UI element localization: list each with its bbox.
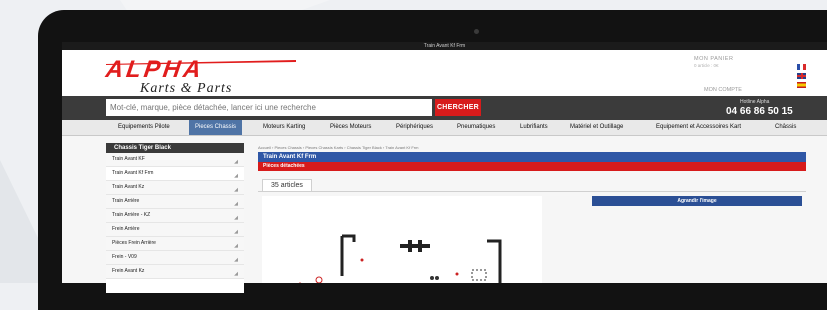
search-input[interactable]: [106, 99, 432, 116]
site-logo-tagline: Karts & Parts: [140, 81, 233, 96]
category-sidebar: Chassis Tiger Black Train Avant KF ◢ Trai…: [106, 143, 244, 293]
parts-diagram-icon: [298, 234, 502, 283]
nav-item-chassis[interactable]: Châssis: [775, 120, 796, 135]
search-bar: CHERCHER Hotline Alpha 04 66 86 50 15: [62, 96, 827, 120]
page-title: Train Avant Kf Frm: [258, 152, 806, 162]
site-header: ALPHA Karts & Parts MON PANIER 0 article…: [62, 50, 827, 96]
section-header: Pièces détachées: [258, 162, 806, 171]
sidebar-item-label: Frein Arrière: [112, 226, 140, 232]
sidebar-item-train-arriere-kz[interactable]: Train Arrière - KZ ◢: [106, 209, 244, 223]
nav-item-pieces-moteurs[interactable]: Pièces Moteurs: [330, 120, 371, 135]
hotline-label: Hotline Alpha: [740, 99, 770, 105]
hotline-number: 04 66 86 50 15: [726, 106, 793, 117]
nav-item-moteurs-karting[interactable]: Moteurs Karting: [263, 120, 305, 135]
nav-item-pieces-chassis[interactable]: Pieces Chassis: [189, 120, 243, 135]
sidebar-item-label: Train Arrière - KZ: [112, 212, 151, 218]
nav-item-lubrifiants[interactable]: Lubrifiants: [520, 120, 548, 135]
es-flag-icon[interactable]: [797, 82, 806, 88]
window-title: Train Avant Kf Frm: [62, 42, 827, 50]
sidebar-item-train-avant-kf[interactable]: Train Avant KF ◢: [106, 153, 244, 167]
parts-diagram-image[interactable]: [262, 196, 542, 283]
sidebar-item-pieces-frein-arriere[interactable]: Pièces Frein Arrière ◢: [106, 237, 244, 251]
language-selector: [797, 64, 807, 91]
fr-flag-icon[interactable]: [797, 64, 806, 70]
main-nav: Equipements Pilote Pieces Chassis Moteur…: [62, 120, 827, 136]
nav-item-peripheriques[interactable]: Périphériques: [396, 120, 433, 135]
cart-title: MON PANIER: [694, 56, 734, 62]
sidebar-item-train-avant-kf-frm[interactable]: Train Avant Kf Frm ◢: [106, 167, 244, 181]
sidebar-item-label: Pièces Frein Arrière: [112, 240, 156, 246]
site-logo[interactable]: ALPHA: [104, 56, 205, 84]
sidebar-item-label: Train Avant Kz: [112, 184, 145, 190]
tab-divider: [258, 191, 806, 192]
breadcrumb[interactable]: Accueil › Pieces Chassis › Pieces Chassi…: [258, 143, 806, 152]
account-link[interactable]: MON COMPTE: [704, 87, 742, 93]
sidebar-title: Chassis Tiger Black: [106, 143, 244, 153]
sidebar-item-label: Train Avant Kf Frm: [112, 170, 154, 176]
sidebar-item-label: Frein - V09: [112, 254, 137, 260]
camera-icon: [474, 29, 479, 34]
sidebar-item-train-avant-kz[interactable]: Train Avant Kz ◢: [106, 181, 244, 195]
enlarge-image-button[interactable]: Agrandir l'image: [592, 196, 802, 206]
chevron-right-icon: ◢: [234, 271, 238, 277]
nav-item-materiel-outillage[interactable]: Matériel et Outillage: [570, 120, 623, 135]
cart-widget[interactable]: MON PANIER 0 article : 0€: [694, 56, 772, 68]
sidebar-item-frein-avant-kz[interactable]: Frein Avant Kz ◢: [106, 265, 244, 279]
sidebar-item-frein-arriere[interactable]: Frein Arrière ◢: [106, 223, 244, 237]
cart-summary: 0 article : 0€: [694, 63, 719, 68]
nav-item-equipements-pilote[interactable]: Equipements Pilote: [118, 120, 170, 135]
nav-item-equipement-accessoires[interactable]: Equipement et Accessoires Kart: [656, 120, 741, 135]
sidebar-item-frein-v09[interactable]: Frein - V09 ◢: [106, 251, 244, 265]
sidebar-item-label: Train Arrière: [112, 198, 140, 204]
search-button[interactable]: CHERCHER: [435, 99, 481, 116]
uk-flag-icon[interactable]: [797, 73, 806, 79]
nav-item-pneumatiques[interactable]: Pneumatiques: [457, 120, 495, 135]
main-content: Accueil › Pieces Chassis › Pieces Chassi…: [258, 143, 806, 283]
sidebar-item-label: Frein Avant Kz: [112, 268, 145, 274]
sidebar-item-train-arriere[interactable]: Train Arrière ◢: [106, 195, 244, 209]
sidebar-item-label: Train Avant KF: [112, 156, 145, 162]
